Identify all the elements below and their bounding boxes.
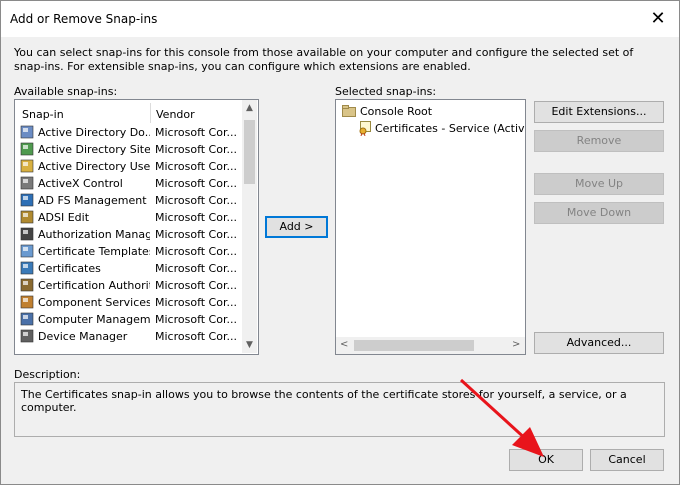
snapin-name: Component Services [38,296,150,309]
scrollbar-thumb[interactable] [244,120,255,184]
activex-icon [20,176,34,190]
list-item[interactable]: Authorization Manager Microsoft Cor... [15,226,242,243]
snapin-vendor: Microsoft Cor... [155,262,237,275]
description-text: The Certificates snap-in allows you to b… [21,388,627,414]
list-item[interactable]: Certification Authority Microsoft Cor... [15,277,242,294]
tree-item-label: Certificates - Service (Active Di [375,122,525,135]
add-button[interactable]: Add > [265,216,328,238]
folder-icon [342,105,356,117]
red-arrow-annotation-icon [459,378,544,457]
snapin-vendor: Microsoft Cor... [155,194,237,207]
adfs-icon [20,193,34,207]
snapin-name: Active Directory Use... [38,160,150,173]
description-box: The Certificates snap-in allows you to b… [14,382,665,437]
horizontal-scrollbar[interactable]: < > [336,337,525,354]
authorization-icon [20,227,34,241]
list-header: Snap-in Vendor [15,100,242,124]
snapin-vendor: Microsoft Cor... [155,245,237,258]
column-header-vendor[interactable]: Vendor [156,108,195,121]
snapin-name: Active Directory Site... [38,143,150,156]
snapin-name: AD FS Management [38,194,147,207]
title-bar: Add or Remove Snap-ins ✕ [1,1,679,37]
list-item[interactable]: ADSI Edit Microsoft Cor... [15,209,242,226]
adsi-edit-icon [20,210,34,224]
ad-sites-icon [20,142,34,156]
snapin-name: Certificates [38,262,101,275]
tree-item-label: Console Root [360,105,433,118]
snapin-vendor: Microsoft Cor... [155,330,237,343]
snapin-vendor: Microsoft Cor... [155,228,237,241]
snapin-name: Certificate Templates [38,245,150,258]
ad-domains-icon [20,125,34,139]
move-up-button[interactable]: Move Up [534,173,664,195]
device-manager-icon [20,329,34,343]
list-item[interactable]: Component Services Microsoft Cor... [15,294,242,311]
list-item[interactable]: Active Directory Do... Microsoft Cor... [15,124,242,141]
component-services-icon [20,295,34,309]
intro-text: You can select snap-ins for this console… [14,46,634,73]
computer-management-icon [20,312,34,326]
list-item[interactable]: Certificates Microsoft Cor... [15,260,242,277]
tree-item-console-root[interactable]: Console Root [342,104,522,120]
close-icon[interactable]: ✕ [645,7,671,31]
list-item[interactable]: AD FS Management Microsoft Cor... [15,192,242,209]
snapin-name: Active Directory Do... [38,126,150,139]
snapin-name: ActiveX Control [38,177,123,190]
list-item[interactable]: Device Manager Microsoft Cor... [15,328,242,345]
description-label: Description: [14,368,81,381]
tree-item-certificates-service[interactable]: Certificates - Service (Active Di [358,121,525,137]
certificate-icon [359,121,371,136]
certificates-icon [20,261,34,275]
scroll-up-arrow-icon[interactable]: ▲ [242,100,257,116]
certificate-templates-icon [20,244,34,258]
available-snapins-list[interactable]: Snap-in Vendor Active Directory Do... Mic… [14,99,259,355]
scroll-down-arrow-icon[interactable]: ▼ [242,337,257,353]
snapin-name: Certification Authority [38,279,150,292]
edit-extensions-button[interactable]: Edit Extensions... [534,101,664,123]
snapin-name: Computer Managem... [38,313,150,326]
list-item[interactable]: Active Directory Site... Microsoft Cor... [15,141,242,158]
scroll-right-arrow-icon[interactable]: > [512,339,520,350]
snapin-vendor: Microsoft Cor... [155,313,237,326]
add-remove-snapins-dialog: Add or Remove Snap-ins ✕ You can select … [0,0,680,485]
remove-button[interactable]: Remove [534,130,664,152]
snapin-vendor: Microsoft Cor... [155,211,237,224]
column-separator[interactable] [150,103,151,123]
ad-users-icon [20,159,34,173]
snapin-vendor: Microsoft Cor... [155,160,237,173]
snapin-name: Authorization Manager [38,228,150,241]
column-header-snapin[interactable]: Snap-in [22,108,64,121]
snapin-name: ADSI Edit [38,211,90,224]
snapin-vendor: Microsoft Cor... [155,296,237,309]
list-item[interactable]: ActiveX Control Microsoft Cor... [15,175,242,192]
certification-authority-icon [20,278,34,292]
snapin-vendor: Microsoft Cor... [155,279,237,292]
list-item[interactable]: Computer Managem... Microsoft Cor... [15,311,242,328]
snapin-vendor: Microsoft Cor... [155,126,237,139]
available-snapins-label: Available snap-ins: [14,85,118,98]
list-item[interactable]: Active Directory Use... Microsoft Cor... [15,158,242,175]
snapin-vendor: Microsoft Cor... [155,143,237,156]
window-title: Add or Remove Snap-ins [10,12,158,26]
snapin-name: Device Manager [38,330,128,343]
selected-snapins-label: Selected snap-ins: [335,85,437,98]
scrollbar-thumb[interactable] [354,340,474,351]
cancel-button[interactable]: Cancel [590,449,664,471]
scroll-left-arrow-icon[interactable]: < [340,339,348,350]
move-down-button[interactable]: Move Down [534,202,664,224]
snapin-vendor: Microsoft Cor... [155,177,237,190]
selected-snapins-tree[interactable]: Console Root Certificates - Service (Act… [335,99,526,355]
advanced-button[interactable]: Advanced... [534,332,664,354]
list-item[interactable]: Certificate Templates Microsoft Cor... [15,243,242,260]
vertical-scrollbar[interactable]: ▲ ▼ [242,100,257,353]
